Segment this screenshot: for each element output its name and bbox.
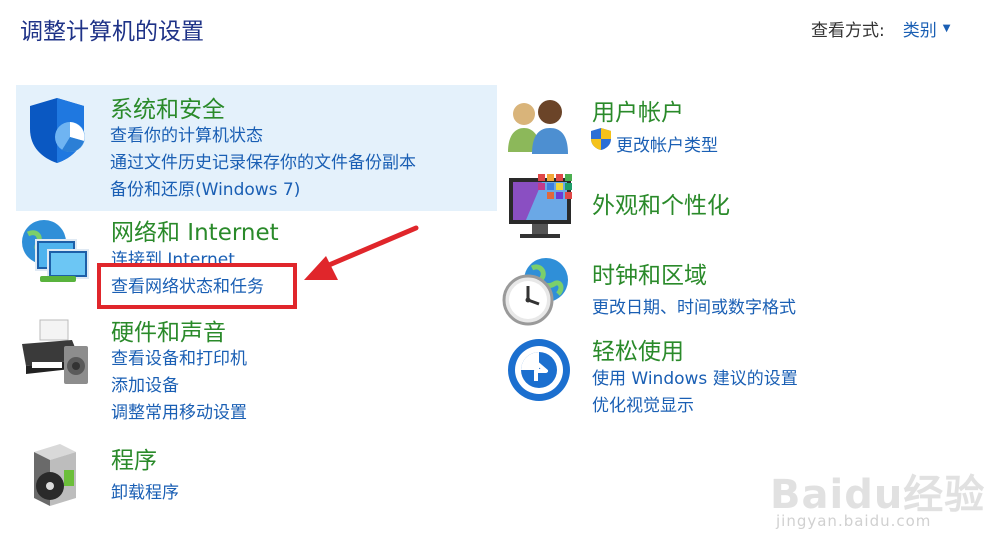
- chevron-down-icon[interactable]: ▼: [943, 23, 951, 34]
- programs-icon[interactable]: [30, 440, 80, 510]
- link-change-account-type[interactable]: 更改帐户类型: [616, 131, 718, 156]
- uac-shield-icon: [591, 128, 611, 150]
- link-add-device[interactable]: 添加设备: [111, 371, 179, 396]
- category-title-ease[interactable]: 轻松使用: [592, 332, 684, 366]
- view-by-label: 查看方式:: [811, 21, 885, 41]
- category-title-accounts[interactable]: 用户帐户: [592, 93, 684, 127]
- category-title-network[interactable]: 网络和 Internet: [111, 213, 279, 247]
- watermark-url: jingyan.baidu.com: [776, 512, 932, 530]
- annotation-arrow-icon: [304, 225, 419, 280]
- clock-globe-icon[interactable]: [502, 256, 574, 328]
- ease-of-access-icon[interactable]: [506, 337, 572, 403]
- watermark: Baidu经验 jingyan.baidu.com: [770, 440, 990, 540]
- link-backup-restore[interactable]: 备份和还原(Windows 7): [110, 175, 300, 200]
- category-title-programs[interactable]: 程序: [111, 441, 157, 475]
- link-devices-printers[interactable]: 查看设备和打印机: [111, 344, 247, 369]
- category-title-appearance[interactable]: 外观和个性化: [592, 186, 730, 220]
- printer-icon[interactable]: [20, 318, 92, 388]
- category-title-system[interactable]: 系统和安全: [110, 90, 225, 124]
- view-by: 查看方式: 类别 ▼: [811, 16, 950, 41]
- appearance-icon[interactable]: [506, 172, 576, 242]
- view-mode-dropdown[interactable]: 类别: [903, 16, 937, 41]
- category-title-clock[interactable]: 时钟和区域: [592, 256, 707, 290]
- link-uninstall-program[interactable]: 卸载程序: [111, 478, 179, 503]
- page-title: 调整计算机的设置: [20, 19, 204, 45]
- category-title-hardware[interactable]: 硬件和声音: [111, 313, 226, 347]
- annotation-red-box: [97, 263, 297, 309]
- users-icon[interactable]: [506, 98, 572, 156]
- network-icon[interactable]: [18, 218, 94, 288]
- link-change-date-time-format[interactable]: 更改日期、时间或数字格式: [592, 293, 796, 318]
- link-file-history[interactable]: 通过文件历史记录保存你的文件备份副本: [110, 148, 416, 173]
- link-windows-recommended-settings[interactable]: 使用 Windows 建议的设置: [592, 364, 798, 389]
- link-optimize-visual-display[interactable]: 优化视觉显示: [592, 391, 694, 416]
- link-check-computer-status[interactable]: 查看你的计算机状态: [110, 121, 263, 146]
- link-mobility-settings[interactable]: 调整常用移动设置: [111, 398, 247, 423]
- shield-icon[interactable]: [22, 95, 92, 165]
